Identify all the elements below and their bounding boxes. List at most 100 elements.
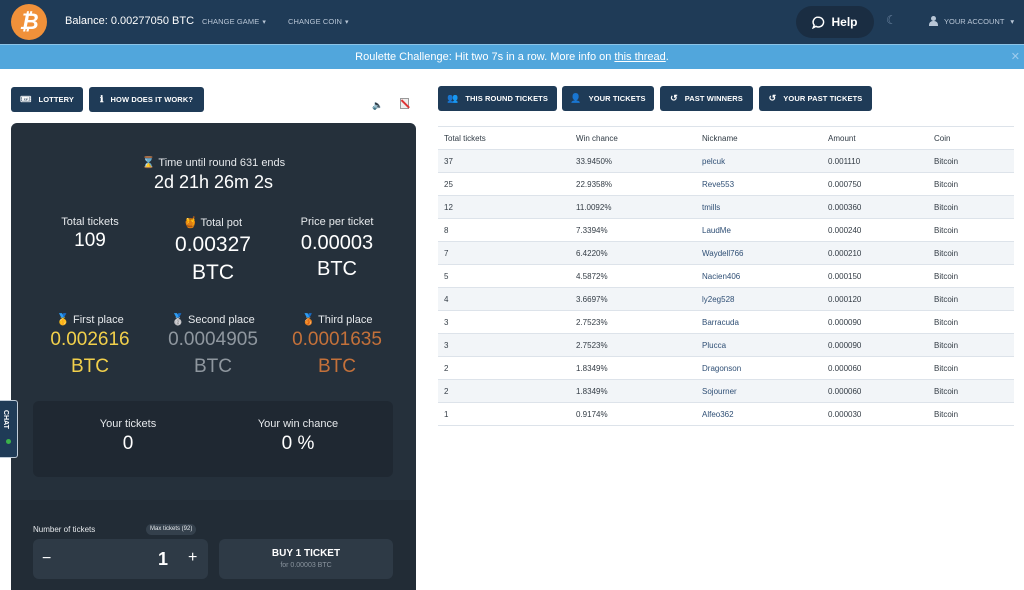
coin-cell: Bitcoin [928, 264, 1014, 288]
table-row: 3 2.7523% Barracuda 0.000090 Bitcoin [438, 310, 1014, 334]
amount-cell: 0.000060 [822, 356, 928, 380]
total-tickets-cell: 7 [438, 241, 570, 265]
how-does-it-work-button[interactable]: ℹ HOW DOES IT WORK? [89, 87, 204, 112]
nickname-cell[interactable]: pelcuk [696, 149, 822, 173]
max-tickets-badge[interactable]: Max tickets (92) [146, 524, 197, 535]
table-row: 2 1.8349% Dragonson 0.000060 Bitcoin [438, 356, 1014, 380]
history-icon: ↺ [670, 93, 678, 103]
nickname-cell[interactable]: Sojourner [696, 379, 822, 403]
help-button[interactable]: Help [796, 6, 874, 38]
total-pot-value: 0.00327 [175, 233, 251, 256]
buy-ticket-button[interactable]: BUY 1 TICKET for 0.00003 BTC [219, 539, 393, 579]
your-win-chance-value: 0 % [281, 433, 315, 454]
announcement-thread-link[interactable]: this thread [614, 51, 665, 63]
decrement-button[interactable]: − [42, 550, 51, 568]
account-dropdown[interactable]: YOUR ACCOUNT ▾ [929, 16, 1014, 26]
tab-your-tickets[interactable]: 👤 YOUR TICKETS [562, 86, 654, 111]
nickname-cell[interactable]: ly2eg528 [696, 287, 822, 311]
amount-cell: 0.000360 [822, 195, 928, 219]
animation-off-icon[interactable] [400, 98, 410, 109]
amount-cell: 0.000090 [822, 310, 928, 334]
win-chance-cell: 4.5872% [570, 264, 696, 288]
nickname-cell[interactable]: Waydell766 [696, 241, 822, 265]
users-icon: 👥 [447, 93, 459, 103]
nickname-cell[interactable]: Dragonson [696, 356, 822, 380]
bitcoin-logo-icon[interactable]: ₿ [11, 4, 47, 40]
nickname-cell[interactable]: LaudMe [696, 218, 822, 242]
change-game-dropdown[interactable]: CHANGE GAME ▾ [202, 17, 266, 26]
number-of-tickets-label: Number of tickets [33, 525, 96, 534]
second-place-prize: 🥈 Second place 0.0004905 BTC [168, 314, 258, 377]
increment-button[interactable]: + [188, 549, 197, 567]
total-tickets-cell: 2 [438, 356, 570, 380]
amount-cell: 0.000120 [822, 287, 928, 311]
nickname-cell[interactable]: Reve553 [696, 172, 822, 196]
change-coin-dropdown[interactable]: CHANGE COIN ▾ [288, 17, 349, 26]
nickname-cell[interactable]: Plucca [696, 333, 822, 357]
coin-cell: Bitcoin [928, 333, 1014, 357]
coin-cell: Bitcoin [928, 379, 1014, 403]
nickname-cell[interactable]: Alfeo362 [696, 402, 822, 426]
nickname-cell[interactable]: tmills [696, 195, 822, 219]
column-header: Nickname [696, 126, 822, 150]
lottery-label: LOTTERY [38, 95, 74, 104]
win-chance-cell: 2.7523% [570, 333, 696, 357]
column-header: Win chance [570, 126, 696, 150]
total-tickets-cell: 8 [438, 218, 570, 242]
win-chance-cell: 11.0092% [570, 195, 696, 219]
chat-tab[interactable]: CHAT [0, 400, 18, 458]
lottery-panel: ⌛ Time until round 631 ends 2d 21h 26m 2… [11, 123, 416, 590]
tab-past-winners[interactable]: ↺ PAST WINNERS [660, 86, 753, 111]
table-row: 25 22.9358% Reve553 0.000750 Bitcoin [438, 172, 1014, 196]
ticket-icon: 🎟 [20, 94, 32, 104]
caret-down-icon: ▾ [1010, 16, 1015, 26]
user-icon [929, 16, 938, 26]
buy-ticket-price: for 0.00003 BTC [280, 562, 332, 569]
history-icon: ↺ [768, 93, 777, 103]
tab-this-round-tickets[interactable]: 👥 THIS ROUND TICKETS [438, 86, 557, 111]
round-timer: ⌛ Time until round 631 ends 2d 21h 26m 2… [11, 156, 416, 193]
how-label: HOW DOES IT WORK? [110, 95, 194, 104]
table-row: 2 1.8349% Sojourner 0.000060 Bitcoin [438, 379, 1014, 403]
price-per-ticket-stat: Price per ticket 0.00003 BTC [272, 216, 402, 282]
balance-display: Balance: 0.00277050 BTC [65, 15, 195, 27]
total-tickets-value: 109 [74, 230, 106, 251]
bronze-medal-icon: 🥉 [301, 314, 316, 326]
chat-bubble-icon [812, 15, 825, 29]
announcement-bar: Roulette Challenge: Hit two 7s in a row.… [0, 44, 1024, 69]
first-place-prize: 🥇 First place 0.002616 BTC [50, 314, 130, 377]
total-tickets-cell: 4 [438, 287, 570, 311]
lottery-button[interactable]: 🎟 LOTTERY [11, 87, 83, 112]
table-row: 7 6.4220% Waydell766 0.000210 Bitcoin [438, 241, 1014, 265]
change-game-label: CHANGE GAME [202, 17, 260, 26]
win-chance-cell: 22.9358% [570, 172, 696, 196]
amount-cell: 0.000210 [822, 241, 928, 265]
buy-ticket-label: BUY 1 TICKET [271, 548, 341, 559]
coin-cell: Bitcoin [928, 172, 1014, 196]
tickets-table: Total tickets Win chance Nickname Amount… [438, 126, 1014, 426]
caret-down-icon: ▾ [262, 19, 266, 26]
price-unit: BTC [317, 258, 357, 280]
sound-icon[interactable]: 🔈 [372, 100, 383, 111]
column-header: Total tickets [438, 126, 570, 150]
user-icon: 👤 [570, 93, 582, 103]
total-tickets-cell: 12 [438, 195, 570, 219]
coin-cell: Bitcoin [928, 218, 1014, 242]
win-chance-cell: 0.9174% [570, 402, 696, 426]
honey-pot-icon: 🍯 [183, 217, 198, 229]
gold-medal-icon: 🥇 [56, 314, 70, 326]
total-tickets-cell: 3 [438, 333, 570, 357]
close-icon[interactable]: ✕ [1011, 45, 1020, 70]
win-chance-cell: 1.8349% [570, 379, 696, 403]
dark-mode-toggle-icon[interactable]: ☾ [886, 13, 897, 27]
amount-cell: 0.000060 [822, 379, 928, 403]
column-header: Amount [822, 126, 928, 150]
coin-cell: Bitcoin [928, 195, 1014, 219]
nickname-cell[interactable]: Barracuda [696, 310, 822, 334]
win-chance-cell: 7.3394% [570, 218, 696, 242]
nickname-cell[interactable]: Nacien406 [696, 264, 822, 288]
tab-your-past-tickets[interactable]: ↺ YOUR PAST TICKETS [759, 86, 872, 111]
top-navbar: ₿ Balance: 0.00277050 BTC CHANGE GAME ▾ C… [0, 0, 1024, 44]
total-tickets-cell: 25 [438, 172, 570, 196]
table-row: 5 4.5872% Nacien406 0.000150 Bitcoin [438, 264, 1014, 288]
